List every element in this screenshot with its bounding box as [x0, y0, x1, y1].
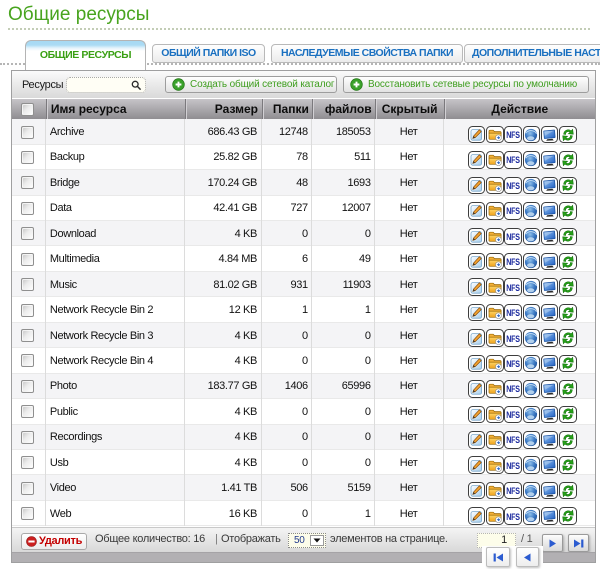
svg-text:NFS: NFS: [506, 385, 519, 395]
svg-text:NFS: NFS: [506, 359, 519, 369]
svg-text:NFS: NFS: [506, 512, 519, 522]
svg-text:NFS: NFS: [506, 232, 519, 242]
svg-text:NFS: NFS: [506, 130, 519, 140]
svg-text:NFS: NFS: [506, 334, 519, 344]
svg-text:NFS: NFS: [506, 156, 519, 166]
svg-text:NFS: NFS: [506, 410, 519, 420]
svg-text:NFS: NFS: [506, 257, 519, 267]
svg-text:NFS: NFS: [506, 283, 519, 293]
svg-text:NFS: NFS: [506, 461, 519, 471]
svg-text:NFS: NFS: [506, 181, 519, 191]
svg-text:NFS: NFS: [506, 308, 519, 318]
svg-text:NFS: NFS: [506, 207, 519, 217]
svg-text:NFS: NFS: [506, 486, 519, 496]
svg-text:NFS: NFS: [506, 435, 519, 445]
